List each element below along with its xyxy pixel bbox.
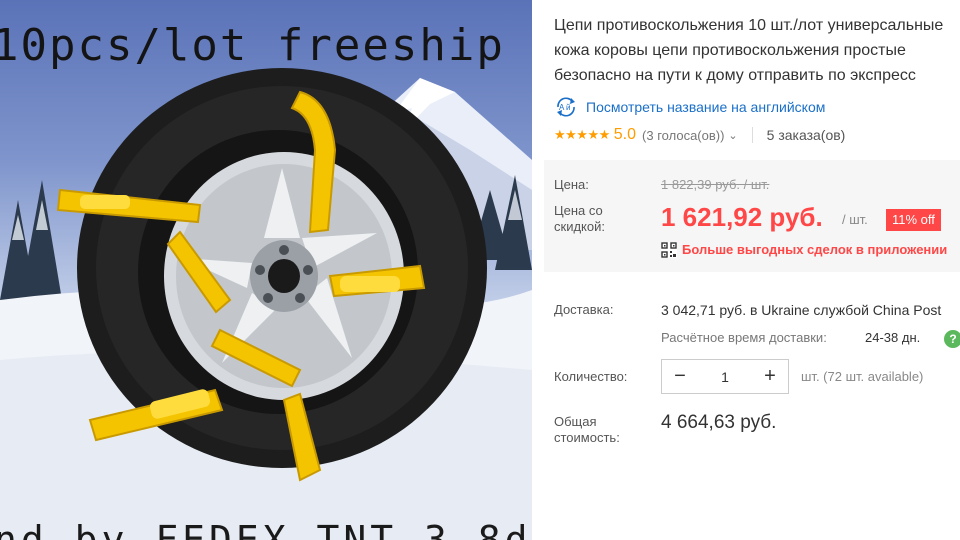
discount-price-label-line: скидкой:: [554, 219, 605, 234]
product-photo: [0, 68, 532, 540]
rating-value: 5.0: [613, 126, 637, 143]
shipping-label: Доставка:: [554, 302, 614, 317]
discount-price-label-line: Цена со: [554, 203, 603, 218]
quantity-available: шт. (72 шт. available): [801, 369, 924, 384]
chevron-down-icon[interactable]: ⌄: [728, 129, 737, 142]
product-title-line: кожа коровы цепи противоскольжения прост…: [554, 42, 906, 59]
quantity-increase-button[interactable]: +: [754, 360, 786, 393]
total-label-line: Общая: [554, 414, 597, 429]
product-info-panel: Цепи противоскольжения 10 шт./лот универ…: [544, 0, 960, 540]
votes-link[interactable]: (3 голоса(ов)): [642, 128, 724, 143]
image-caption-top: 10pcs/lot freeship: [0, 20, 505, 71]
price-block: Цена: 1 822,39 руб. / шт. Цена со скидко…: [544, 160, 960, 272]
total-label: Общая стоимость:: [554, 414, 620, 446]
discount-badge: 11% off: [886, 209, 941, 231]
translate-icon[interactable]: A й: [554, 97, 578, 117]
quantity-decrease-button[interactable]: −: [664, 360, 696, 393]
shipping-cost[interactable]: 3 042,71 руб. в Ukraine службой China Po…: [661, 302, 941, 318]
total-label-line: стоимость:: [554, 430, 620, 445]
quantity-stepper: − +: [661, 359, 789, 394]
divider: [751, 127, 753, 143]
image-caption-bottom: nd by FEDEX TNT 3-8days: [0, 518, 532, 540]
product-image[interactable]: 10pcs/lot freeship nd by FEDEX TNT 3-8da…: [0, 0, 532, 540]
quantity-input[interactable]: [698, 360, 752, 393]
price-unit: / шт.: [842, 212, 868, 227]
current-price: 1 621,92 руб.: [661, 202, 823, 232]
svg-text:A: A: [559, 103, 565, 112]
star-rating-icon: ★★★★★: [554, 127, 610, 142]
price-label: Цена:: [554, 177, 589, 192]
app-deals-link[interactable]: Больше выгодных сделок в приложении: [682, 242, 947, 257]
svg-text:й: й: [566, 103, 570, 112]
discount-price-label: Цена со скидкой:: [554, 203, 605, 235]
old-price: 1 822,39 руб. / шт.: [661, 177, 770, 192]
delivery-time-value: 24-38 дн.: [865, 330, 921, 345]
total-price: 4 664,63 руб.: [661, 412, 777, 433]
quantity-label: Количество:: [554, 369, 628, 384]
product-title-line: Цепи противоскольжения 10 шт./лот универ…: [554, 17, 944, 34]
translate-row: A й Посмотреть название на английском: [554, 96, 825, 118]
orders-count: 5 заказа(ов): [766, 127, 846, 143]
help-icon[interactable]: ?: [944, 330, 960, 348]
product-title-line: безопасно на пути к дому отправить по эк…: [554, 67, 916, 84]
delivery-time-label: Расчётное время доставки:: [661, 330, 827, 345]
translate-title-link[interactable]: Посмотреть название на английском: [586, 99, 825, 115]
qr-code-icon[interactable]: [661, 242, 677, 258]
product-title: Цепи противоскольжения 10 шт./лот универ…: [554, 13, 960, 88]
rating-row: ★★★★★ 5.0 (3 голоса(ов)) ⌄ 5 заказа(ов): [554, 124, 845, 146]
